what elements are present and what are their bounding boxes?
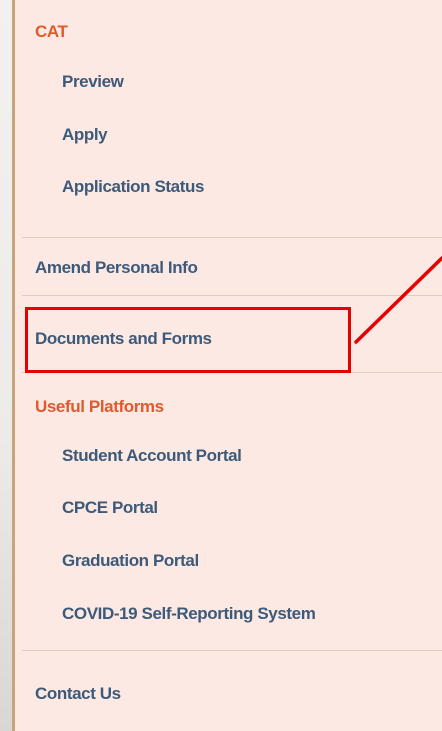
annotation-arrow-line: [354, 256, 442, 344]
annotation-arrow: [354, 256, 442, 344]
